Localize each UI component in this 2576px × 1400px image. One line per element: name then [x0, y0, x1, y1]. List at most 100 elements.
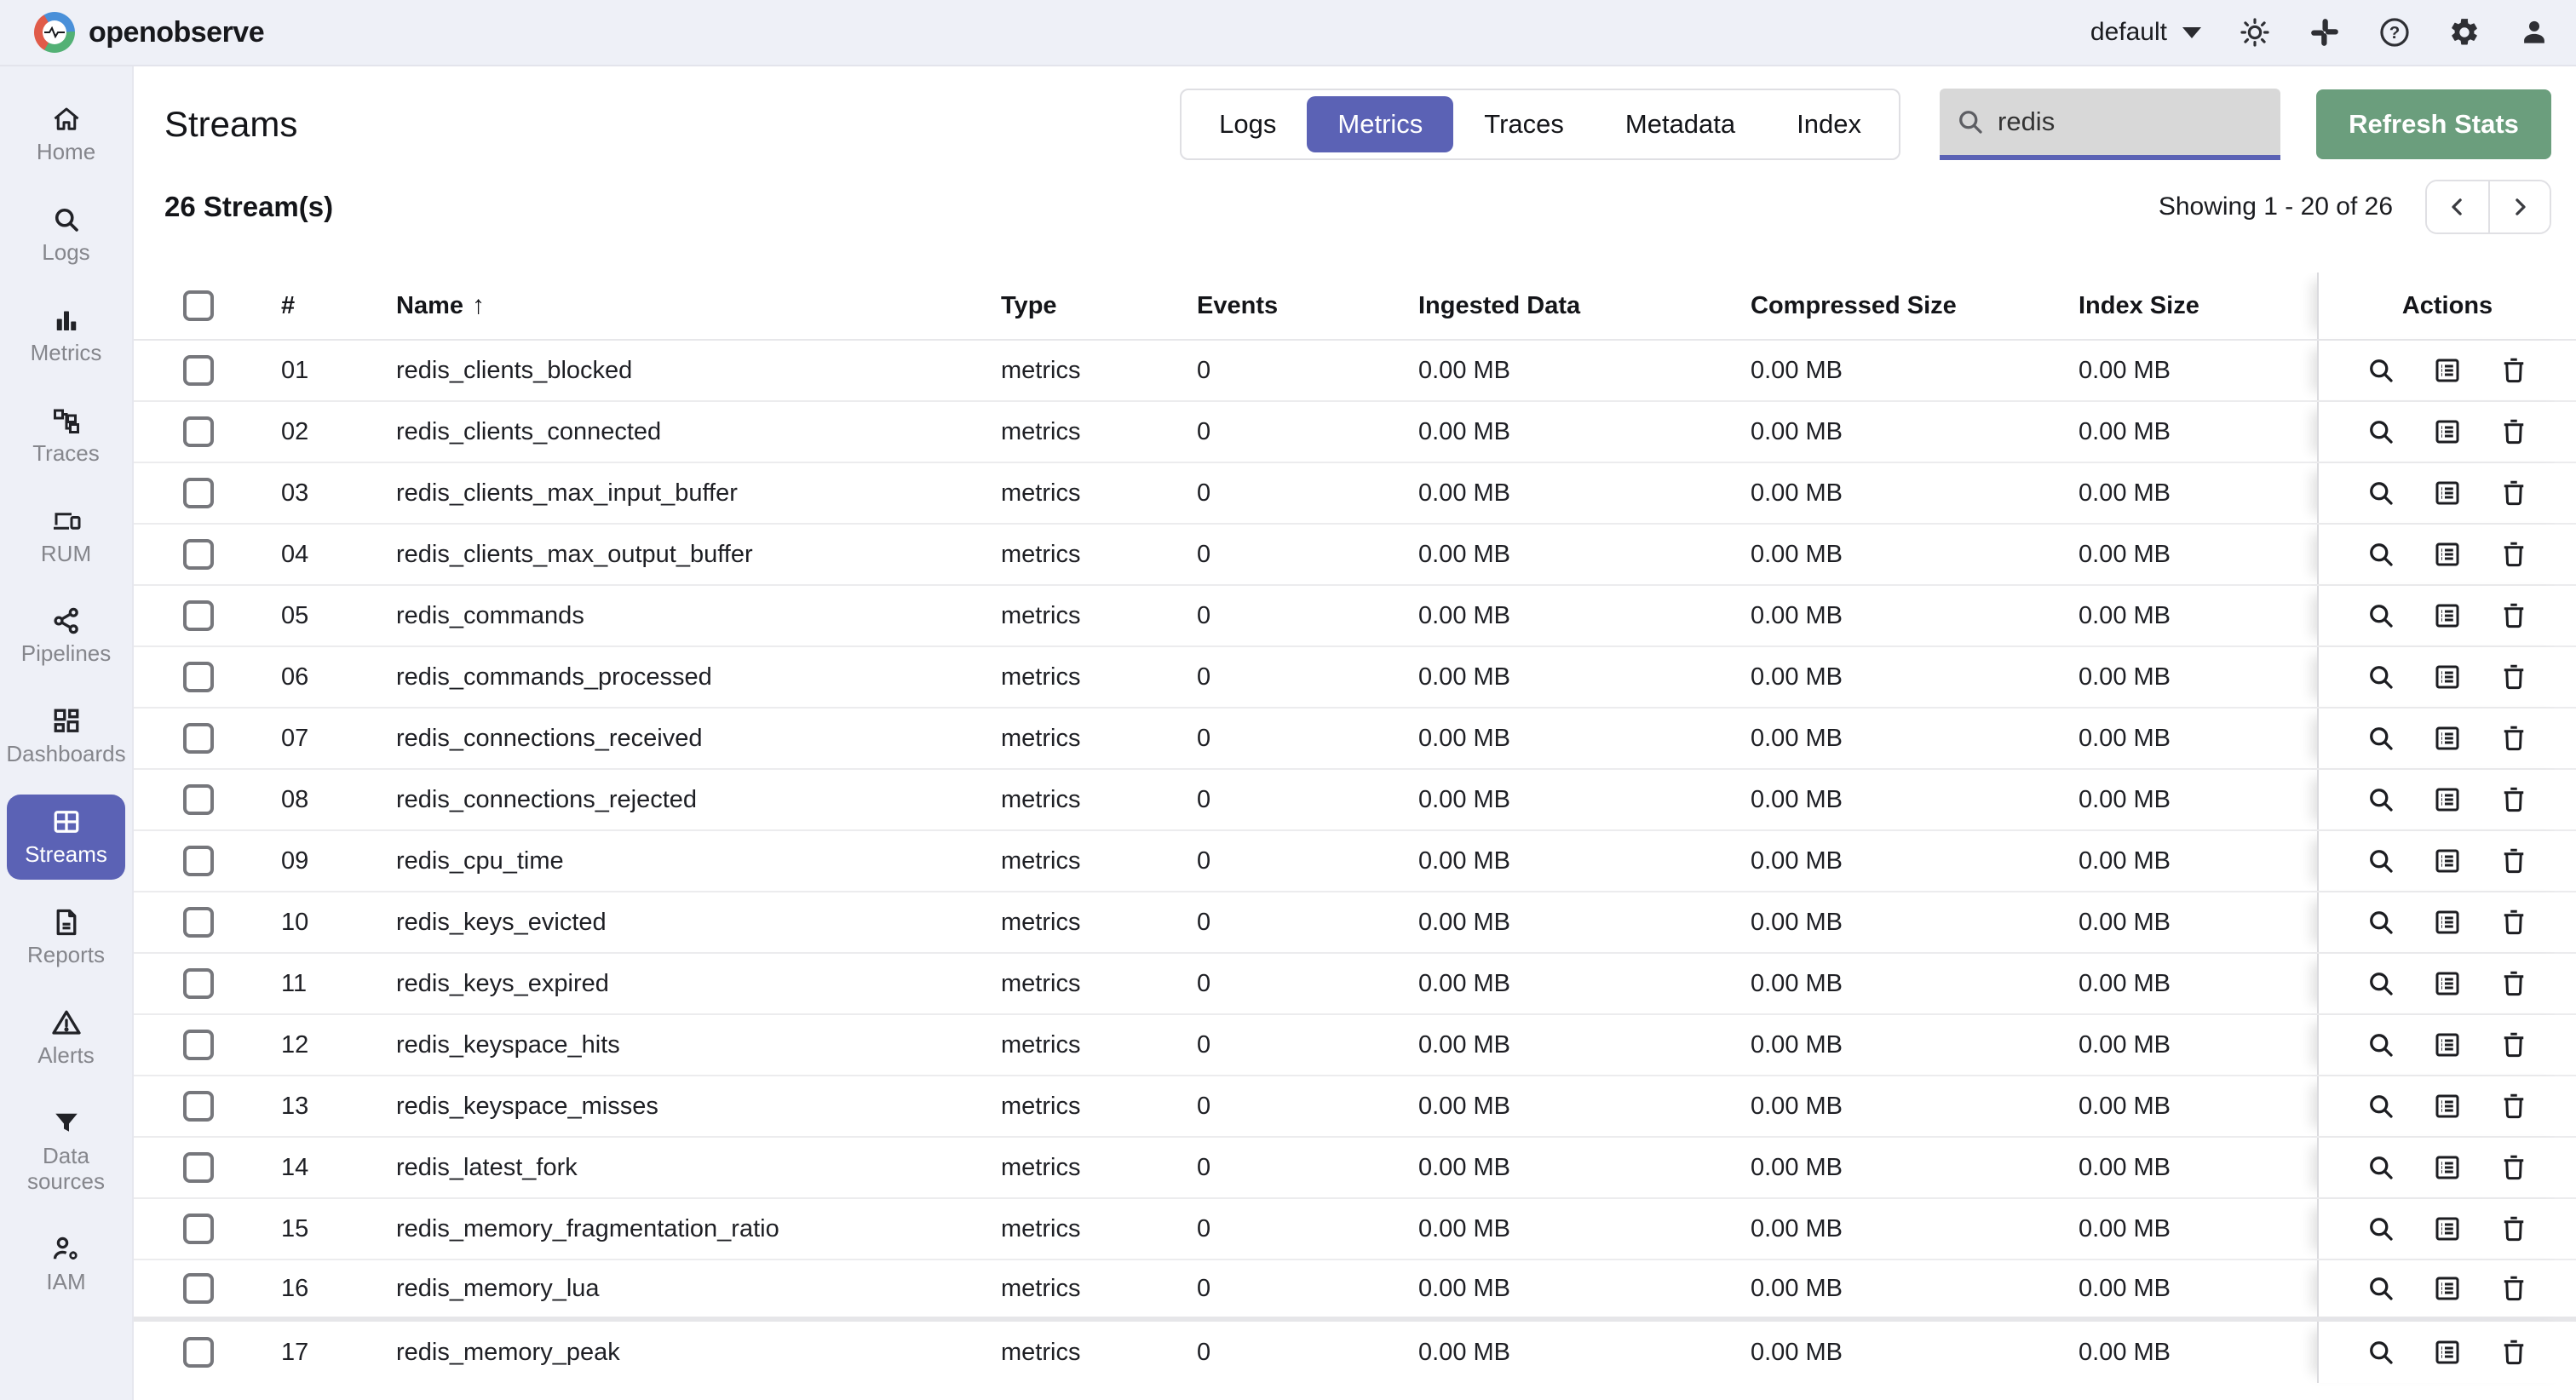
row-checkbox[interactable] [183, 1030, 214, 1060]
stream-details-button[interactable] [2431, 354, 2464, 387]
sidebar-item-logs[interactable]: Logs [7, 192, 125, 278]
delete-stream-button[interactable] [2498, 354, 2530, 387]
stream-details-button[interactable] [2431, 1090, 2464, 1122]
delete-stream-button[interactable] [2498, 1213, 2530, 1245]
explore-stream-button[interactable] [2365, 906, 2397, 938]
row-checkbox[interactable] [183, 723, 214, 754]
brand[interactable]: openobserve [34, 12, 265, 53]
explore-stream-button[interactable] [2365, 1336, 2397, 1368]
explore-stream-button[interactable] [2365, 477, 2397, 509]
explore-stream-button[interactable] [2365, 661, 2397, 693]
delete-stream-button[interactable] [2498, 845, 2530, 877]
explore-stream-button[interactable] [2365, 1029, 2397, 1061]
tab-index[interactable]: Index [1766, 96, 1892, 152]
header-type[interactable]: Type [988, 292, 1184, 320]
stream-details-button[interactable] [2431, 1272, 2464, 1305]
header-index-size[interactable]: Index Size [2066, 292, 2317, 320]
sidebar-item-dashboards[interactable]: Dashboards [6, 694, 126, 779]
theme-toggle-button[interactable] [2239, 16, 2271, 49]
sidebar-item-home[interactable]: Home [7, 92, 125, 177]
delete-stream-button[interactable] [2498, 600, 2530, 632]
search-input[interactable] [1998, 106, 2337, 137]
explore-stream-button[interactable] [2365, 845, 2397, 877]
delete-stream-button[interactable] [2498, 783, 2530, 816]
sidebar-item-iam[interactable]: IAM [7, 1222, 125, 1307]
delete-stream-button[interactable] [2498, 1272, 2530, 1305]
row-checkbox[interactable] [183, 539, 214, 570]
tab-logs[interactable]: Logs [1188, 96, 1307, 152]
delete-stream-button[interactable] [2498, 661, 2530, 693]
stream-details-button[interactable] [2431, 1151, 2464, 1184]
delete-stream-button[interactable] [2498, 967, 2530, 1000]
delete-stream-button[interactable] [2498, 1090, 2530, 1122]
explore-stream-button[interactable] [2365, 1151, 2397, 1184]
explore-stream-button[interactable] [2365, 967, 2397, 1000]
row-checkbox[interactable] [183, 478, 214, 508]
explore-stream-button[interactable] [2365, 538, 2397, 571]
row-checkbox[interactable] [183, 600, 214, 631]
slack-button[interactable] [2309, 16, 2341, 49]
row-checkbox[interactable] [183, 846, 214, 876]
delete-stream-button[interactable] [2498, 1336, 2530, 1368]
delete-stream-button[interactable] [2498, 477, 2530, 509]
select-all-checkbox[interactable] [183, 290, 214, 321]
row-checkbox[interactable] [183, 355, 214, 386]
explore-stream-button[interactable] [2365, 600, 2397, 632]
account-button[interactable] [2518, 16, 2550, 49]
delete-stream-button[interactable] [2498, 538, 2530, 571]
row-checkbox[interactable] [183, 1337, 214, 1368]
row-checkbox[interactable] [183, 968, 214, 999]
stream-details-button[interactable] [2431, 1336, 2464, 1368]
stream-details-button[interactable] [2431, 783, 2464, 816]
stream-details-button[interactable] [2431, 906, 2464, 938]
delete-stream-button[interactable] [2498, 1029, 2530, 1061]
explore-stream-button[interactable] [2365, 1090, 2397, 1122]
sidebar-item-rum[interactable]: RUM [7, 494, 125, 579]
stream-details-button[interactable] [2431, 845, 2464, 877]
header-name[interactable]: Name ↑ [383, 291, 988, 320]
delete-stream-button[interactable] [2498, 416, 2530, 448]
stream-details-button[interactable] [2431, 1029, 2464, 1061]
stream-details-button[interactable] [2431, 967, 2464, 1000]
row-checkbox[interactable] [183, 784, 214, 815]
row-checkbox[interactable] [183, 1091, 214, 1122]
stream-details-button[interactable] [2431, 538, 2464, 571]
sidebar-item-metrics[interactable]: Metrics [7, 293, 125, 378]
stream-details-button[interactable] [2431, 1213, 2464, 1245]
stream-details-button[interactable] [2431, 661, 2464, 693]
row-checkbox[interactable] [183, 662, 214, 692]
stream-details-button[interactable] [2431, 600, 2464, 632]
settings-button[interactable] [2448, 16, 2481, 49]
previous-page-button[interactable] [2427, 181, 2488, 232]
row-checkbox[interactable] [183, 907, 214, 938]
sidebar-item-pipelines[interactable]: Pipelines [7, 594, 125, 679]
tab-metadata[interactable]: Metadata [1595, 96, 1766, 152]
refresh-stats-button[interactable]: Refresh Stats [2316, 89, 2551, 159]
sidebar-item-streams[interactable]: Streams [7, 795, 125, 881]
delete-stream-button[interactable] [2498, 906, 2530, 938]
row-checkbox[interactable] [183, 1214, 214, 1244]
sidebar-item-data-sources[interactable]: Data sources [7, 1096, 125, 1207]
delete-stream-button[interactable] [2498, 722, 2530, 755]
sidebar-item-reports[interactable]: Reports [7, 895, 125, 980]
row-checkbox[interactable] [183, 416, 214, 447]
header-events[interactable]: Events [1184, 292, 1406, 320]
explore-stream-button[interactable] [2365, 416, 2397, 448]
tab-traces[interactable]: Traces [1453, 96, 1595, 152]
help-button[interactable]: ? [2378, 16, 2411, 49]
next-page-button[interactable] [2488, 181, 2550, 232]
stream-details-button[interactable] [2431, 722, 2464, 755]
row-checkbox[interactable] [183, 1152, 214, 1183]
explore-stream-button[interactable] [2365, 1272, 2397, 1305]
sidebar-item-alerts[interactable]: Alerts [7, 995, 125, 1081]
tab-metrics[interactable]: Metrics [1307, 96, 1454, 152]
organization-selector[interactable]: default [2090, 18, 2201, 47]
explore-stream-button[interactable] [2365, 1213, 2397, 1245]
row-checkbox[interactable] [183, 1273, 214, 1304]
stream-details-button[interactable] [2431, 416, 2464, 448]
header-number[interactable]: # [256, 292, 383, 320]
explore-stream-button[interactable] [2365, 354, 2397, 387]
delete-stream-button[interactable] [2498, 1151, 2530, 1184]
header-compressed-size[interactable]: Compressed Size [1738, 292, 2066, 320]
explore-stream-button[interactable] [2365, 722, 2397, 755]
